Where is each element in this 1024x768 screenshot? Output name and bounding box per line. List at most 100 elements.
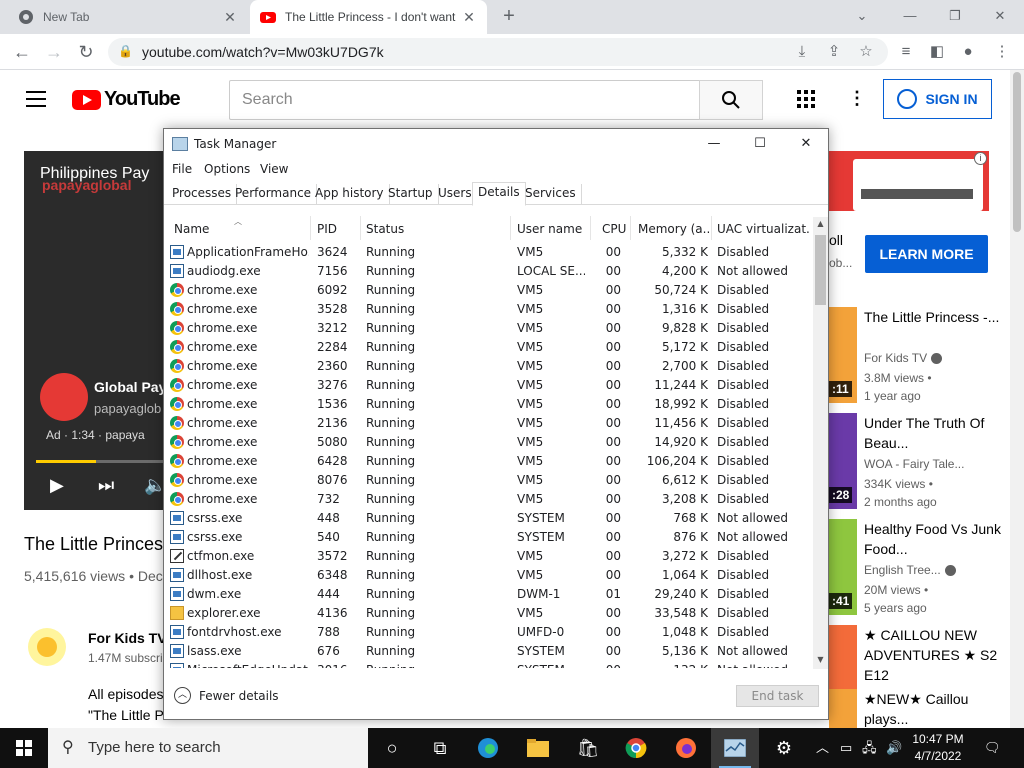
file-explorer-icon[interactable]: [514, 728, 562, 768]
table-row[interactable]: chrome.exe 2136 Running VM5 00 11,456 K Disabl…: [164, 414, 812, 433]
chrome-taskbar-icon[interactable]: [612, 728, 660, 768]
start-button[interactable]: [0, 728, 48, 768]
column-separator[interactable]: [510, 216, 511, 240]
restore-button[interactable]: ❐: [940, 4, 970, 28]
table-row[interactable]: dllhost.exe 6348 Running VM5 00 1,064 K Disabl…: [164, 566, 812, 585]
fewer-details-button[interactable]: ︿ Fewer details: [174, 687, 279, 704]
learn-more-button[interactable]: LEARN MORE: [865, 235, 988, 273]
show-hidden-icons-icon[interactable]: ︿: [816, 728, 829, 768]
tab-services[interactable]: Services: [520, 184, 582, 205]
table-row[interactable]: lsass.exe 676 Running SYSTEM 00 5,136 K Not al…: [164, 642, 812, 661]
table-row[interactable]: chrome.exe 2284 Running VM5 00 5,172 K Disable…: [164, 338, 812, 357]
table-row[interactable]: chrome.exe 3212 Running VM5 00 9,828 K Disable…: [164, 319, 812, 338]
table-row[interactable]: ApplicationFrameHo... 3624 Running VM5 00 5,3…: [164, 243, 812, 262]
table-row[interactable]: chrome.exe 6092 Running VM5 00 50,724 K Disabl…: [164, 281, 812, 300]
recommendation-title[interactable]: ★NEW★ Caillou plays...: [864, 689, 1004, 729]
search-button[interactable]: [699, 80, 763, 120]
table-row[interactable]: chrome.exe 3528 Running VM5 00 1,316 K Disable…: [164, 300, 812, 319]
tab-youtube[interactable]: The Little Princess - I don't want ✕: [250, 0, 487, 34]
table-row[interactable]: csrss.exe 540 Running SYSTEM 00 876 K Not allo…: [164, 528, 812, 547]
volume-icon[interactable]: 🔊: [886, 728, 902, 768]
profile-icon[interactable]: ●: [958, 42, 978, 62]
close-button[interactable]: ✕: [783, 129, 829, 159]
video-thumbnail[interactable]: :11: [829, 307, 857, 403]
address-bar[interactable]: 🔒 youtube.com/watch?v=Mw03kU7DG7k: [108, 38, 888, 66]
column-name[interactable]: Name: [174, 222, 209, 236]
table-row[interactable]: chrome.exe 5080 Running VM5 00 14,920 K Disabl…: [164, 433, 812, 452]
scroll-down-arrow-icon[interactable]: ▼: [813, 655, 828, 664]
table-row[interactable]: explorer.exe 4136 Running VM5 00 33,548 K Disa…: [164, 604, 812, 623]
table-row[interactable]: dwm.exe 444 Running DWM-1 01 29,240 K Disabled: [164, 585, 812, 604]
tab-performance[interactable]: Performance: [230, 184, 318, 205]
table-row[interactable]: chrome.exe 1536 Running VM5 00 18,992 K Disabl…: [164, 395, 812, 414]
notifications-icon[interactable]: 🗨: [984, 728, 1001, 768]
channel-name[interactable]: For Kids TV: [88, 630, 167, 646]
back-button[interactable]: ←: [10, 40, 34, 64]
recommendation-item[interactable]: :28 Under The Truth Of Beau... WOA - Fairy…: [829, 413, 1009, 513]
column-user[interactable]: User name: [517, 222, 582, 236]
tab-users[interactable]: Users: [433, 184, 478, 205]
recommendation-channel[interactable]: For Kids TV: [864, 351, 943, 365]
column-uac[interactable]: UAC virtualizat...: [717, 222, 809, 236]
task-view-icon[interactable]: ⧉: [416, 728, 464, 768]
sidebar-ad-image[interactable]: [829, 151, 989, 211]
network-icon[interactable]: 🖧: [862, 728, 877, 768]
recommendation-title[interactable]: Under The Truth Of Beau...: [864, 413, 1004, 453]
video-player[interactable]: Philippines Pay papayaglobal Global Pay …: [24, 151, 169, 510]
menu-options[interactable]: Options: [204, 162, 250, 176]
table-scrollbar[interactable]: ▲ ▼: [813, 217, 828, 669]
table-row[interactable]: chrome.exe 732 Running VM5 00 3,208 K Disabled: [164, 490, 812, 509]
settings-gear-icon[interactable]: ⚙: [760, 728, 808, 768]
menu-view[interactable]: View: [260, 162, 288, 176]
end-task-button[interactable]: End task: [736, 685, 819, 707]
maximize-button[interactable]: ☐: [737, 129, 783, 159]
close-tab-icon[interactable]: ✕: [222, 9, 238, 26]
channel-avatar[interactable]: [28, 628, 66, 666]
tab-details[interactable]: Details: [472, 182, 526, 206]
recommendation-item[interactable]: :41 Healthy Food Vs Junk Food... English T…: [829, 519, 1009, 619]
page-scrollbar[interactable]: [1010, 70, 1024, 728]
minimize-button[interactable]: —: [895, 4, 925, 28]
menu-file[interactable]: File: [172, 162, 192, 176]
recommendation-item[interactable]: :11 The Little Princess -... For Kids TV 3.…: [829, 307, 1009, 407]
bookmark-star-icon[interactable]: ☆: [856, 42, 876, 62]
advertiser-name[interactable]: Global Pay: [94, 379, 166, 395]
search-input[interactable]: Search: [229, 80, 700, 120]
scrollbar-thumb[interactable]: [815, 235, 826, 305]
new-tab-button[interactable]: +: [499, 6, 519, 27]
close-window-button[interactable]: ✕: [985, 4, 1015, 28]
table-row[interactable]: ctfmon.exe 3572 Running VM5 00 3,272 K Disable…: [164, 547, 812, 566]
install-icon[interactable]: ⤓: [792, 42, 812, 62]
recommendation-channel[interactable]: WOA - Fairy Tale...: [864, 457, 964, 471]
title-bar[interactable]: Task Manager — ☐ ✕: [164, 129, 828, 159]
column-separator[interactable]: [711, 216, 712, 240]
tab-new-tab[interactable]: New Tab ✕: [8, 0, 248, 34]
column-cpu[interactable]: CPU: [602, 222, 626, 236]
scrollbar-thumb[interactable]: [1013, 72, 1021, 232]
recommendation-channel[interactable]: English Tree...: [864, 563, 956, 577]
tab-app-history[interactable]: App history: [310, 184, 390, 205]
table-row[interactable]: chrome.exe 3276 Running VM5 00 11,244 K Disabl…: [164, 376, 812, 395]
ad-info-icon[interactable]: i: [974, 152, 987, 165]
share-icon[interactable]: ⇪: [824, 42, 844, 62]
firefox-icon[interactable]: [662, 728, 710, 768]
next-button[interactable]: ⏭: [98, 475, 114, 496]
play-button[interactable]: ▶: [50, 475, 64, 496]
close-tab-icon[interactable]: ✕: [461, 9, 477, 26]
tablet-icon[interactable]: ▭: [840, 728, 852, 768]
table-row[interactable]: csrss.exe 448 Running SYSTEM 00 768 K Not allo…: [164, 509, 812, 528]
recommendation-title[interactable]: ★ CAILLOU NEW ADVENTURES ★ S2 E12: [864, 625, 1004, 685]
video-thumbnail[interactable]: :28: [829, 413, 857, 509]
tab-startup[interactable]: Startup: [383, 184, 439, 205]
column-separator[interactable]: [630, 216, 631, 240]
progress-bar[interactable]: [36, 460, 169, 463]
column-separator[interactable]: [310, 216, 311, 240]
table-row[interactable]: MicrosoftEdgeUpdat... 3016 Running SYSTEM 00…: [164, 661, 812, 668]
video-thumbnail[interactable]: :41: [829, 519, 857, 615]
chrome-menu-icon[interactable]: ⋮: [992, 42, 1012, 62]
task-manager-window[interactable]: Task Manager — ☐ ✕ File Options View Pro…: [163, 128, 829, 720]
table-row[interactable]: chrome.exe 8076 Running VM5 00 6,612 K Disable…: [164, 471, 812, 490]
cortana-icon[interactable]: ○: [368, 728, 416, 768]
recommendation-title[interactable]: Healthy Food Vs Junk Food...: [864, 519, 1004, 559]
tab-processes[interactable]: Processes: [167, 184, 238, 205]
